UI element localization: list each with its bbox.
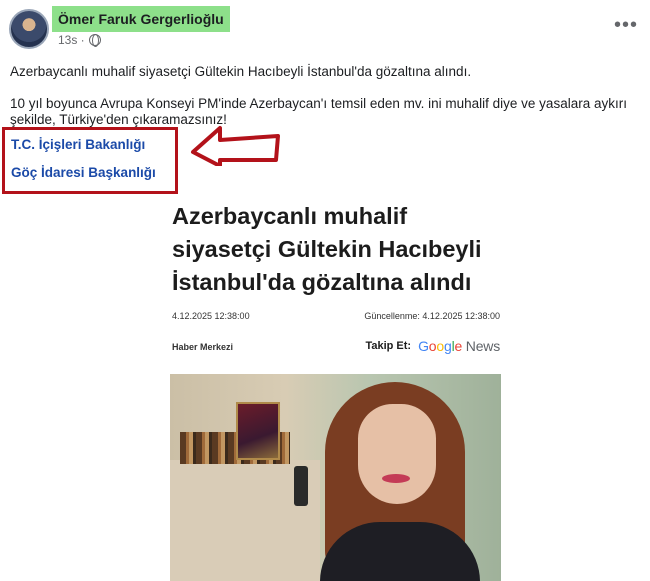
article-updated-date: Güncellenme: 4.12.2025 12:38:00 (364, 311, 500, 321)
photo-painting (236, 402, 280, 460)
post-meta: 13s · (58, 33, 101, 47)
article-headline[interactable]: Azerbaycanlı muhalif siyasetçi Gültekin … (172, 200, 502, 299)
post-header: Ömer Faruk Gergerlioğlu 13s · ••• (0, 0, 650, 56)
article-published-date: 4.12.2025 12:38:00 (172, 311, 250, 321)
photo-candle (294, 466, 308, 506)
post-time[interactable]: 13s · (58, 33, 85, 47)
article-preview[interactable]: Azerbaycanlı muhalif siyasetçi Gültekin … (168, 194, 503, 581)
author-avatar[interactable] (9, 9, 49, 49)
annotation-arrow-icon (191, 126, 280, 166)
follow-google-news: Takip Et: Google News (365, 338, 500, 354)
author-name[interactable]: Ömer Faruk Gergerlioğlu (52, 6, 230, 32)
post-text-line-1: Azerbaycanlı muhalif siyasetçi Gültekin … (10, 64, 472, 79)
photo-person-face (358, 404, 436, 504)
photo-person-lips (382, 474, 410, 483)
article-source: Haber Merkezi (172, 342, 234, 352)
globe-icon (88, 34, 101, 47)
follow-label: Takip Et: (365, 340, 412, 352)
post-text-line-2: 10 yıl boyunca Avrupa Konseyi PM'inde Az… (10, 96, 627, 111)
more-horizontal-icon[interactable]: ••• (614, 14, 638, 37)
highlight-box (2, 127, 178, 194)
article-photo[interactable] (170, 374, 501, 581)
google-news-link[interactable]: Google News (418, 338, 500, 354)
